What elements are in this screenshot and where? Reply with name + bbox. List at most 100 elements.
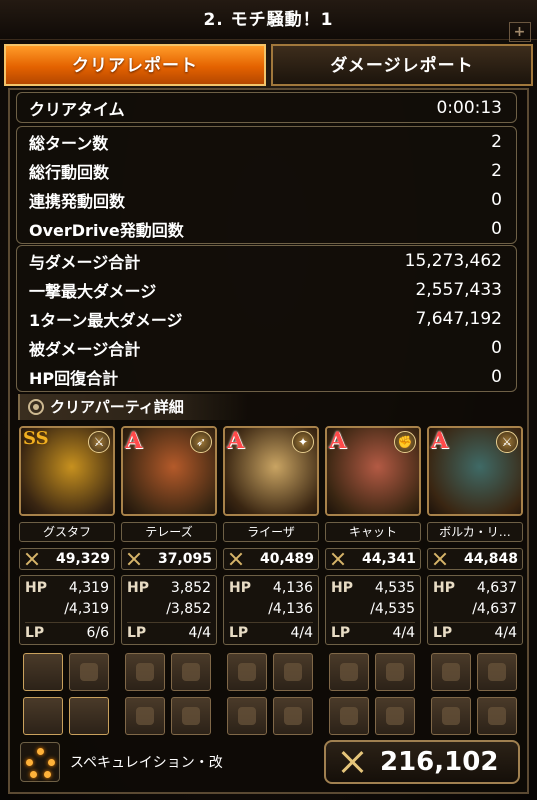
fist-icon: ✊ xyxy=(394,431,416,453)
stat-label: 与ダメージ合計 xyxy=(29,252,141,272)
power-value: 49,329 xyxy=(55,551,110,567)
clear-time-box: クリアタイム 0:00:13 xyxy=(16,92,517,123)
formation-name: スペキュレイション・改 xyxy=(70,755,223,771)
lp-label: LP xyxy=(433,625,453,641)
equipment-slot[interactable] xyxy=(329,653,369,691)
hp-value: 3,852 xyxy=(170,580,211,596)
equipment-grid xyxy=(121,653,217,735)
hp-label: HP xyxy=(433,580,455,596)
equipment-slot[interactable] xyxy=(375,697,415,735)
character-portrait[interactable]: A ✊ xyxy=(325,426,421,516)
crossed-swords-icon xyxy=(338,748,366,776)
party-member-card[interactable]: SS ⚔ グスタフ 49,329 HP 4,319 /4,319 LP 6/6 xyxy=(19,426,115,735)
sword-icon: ⚔ xyxy=(496,431,518,453)
equipment-slot[interactable] xyxy=(431,653,471,691)
equipment-grid xyxy=(223,653,319,735)
party-heading: クリアパーティ詳細 xyxy=(18,394,248,420)
equipment-slot[interactable] xyxy=(273,653,313,691)
character-stats: HP 4,136 /4,136 LP 4/4 xyxy=(223,575,319,645)
stat-label: 1ターン最大ダメージ xyxy=(29,310,183,330)
clear-time-label: クリアタイム xyxy=(29,99,125,119)
tab-damage-report[interactable]: ダメージレポート xyxy=(271,44,533,86)
stat-label: 一撃最大ダメージ xyxy=(29,281,157,301)
character-portrait[interactable]: A ➶ xyxy=(121,426,217,516)
lp-label: LP xyxy=(331,625,351,641)
equipment-slot[interactable] xyxy=(125,697,165,735)
equipment-slot[interactable] xyxy=(171,697,211,735)
character-power: 44,341 xyxy=(325,548,421,570)
equipment-slot[interactable] xyxy=(227,653,267,691)
equipment-slot[interactable] xyxy=(477,697,517,735)
equipment-slot[interactable] xyxy=(227,697,267,735)
power-value: 44,848 xyxy=(463,551,518,567)
hp-label: HP xyxy=(229,580,251,596)
hp-value: 4,535 xyxy=(374,580,415,596)
equipment-grid xyxy=(427,653,523,735)
party-member-card[interactable]: A ⚔ ボルカ・リ… 44,848 HP 4,637 /4,637 LP 4/4 xyxy=(427,426,523,735)
bow-icon: ➶ xyxy=(190,431,212,453)
stat-row: 1ターン最大ダメージ 7,647,192 xyxy=(17,304,516,333)
total-power-value: 216,102 xyxy=(380,747,499,777)
equipment-slot[interactable] xyxy=(23,653,63,691)
equipment-slot[interactable] xyxy=(477,653,517,691)
equipment-grid xyxy=(19,653,115,735)
character-power: 37,095 xyxy=(121,548,217,570)
character-stats: HP 4,637 /4,637 LP 4/4 xyxy=(427,575,523,645)
equipment-slot[interactable] xyxy=(375,653,415,691)
character-portrait[interactable]: A ✦ xyxy=(223,426,319,516)
stat-label: 連携発動回数 xyxy=(29,191,126,211)
expand-button[interactable]: + xyxy=(509,22,531,42)
crossed-swords-icon xyxy=(228,551,244,567)
stat-row: 一撃最大ダメージ 2,557,433 xyxy=(17,275,516,304)
equipment-slot[interactable] xyxy=(69,653,109,691)
equipment-slot[interactable] xyxy=(171,653,211,691)
rank-badge: SS xyxy=(23,428,49,449)
lp-value: 4/4 xyxy=(392,625,415,641)
equipment-slot[interactable] xyxy=(273,697,313,735)
rank-badge: A xyxy=(329,428,347,454)
character-portrait[interactable]: A ⚔ xyxy=(427,426,523,516)
equipment-slot[interactable] xyxy=(23,697,63,735)
lp-value: 6/6 xyxy=(86,625,109,641)
staff-icon: ✦ xyxy=(292,431,314,453)
character-stats: HP 3,852 /3,852 LP 4/4 xyxy=(121,575,217,645)
stage-title: 2. モチ騒動！1 + xyxy=(0,0,537,42)
stat-row: HP回復合計 0 xyxy=(17,362,516,391)
character-portrait[interactable]: SS ⚔ xyxy=(19,426,115,516)
formation-icon[interactable] xyxy=(20,742,60,782)
stat-value: 2,557,433 xyxy=(415,279,502,300)
stat-label: HP回復合計 xyxy=(29,368,119,388)
clear-time-value: 0:00:13 xyxy=(436,97,502,118)
stat-value: 0 xyxy=(491,189,502,210)
stat-row: OverDrive発動回数 0 xyxy=(17,214,516,243)
stat-label: OverDrive発動回数 xyxy=(29,220,184,240)
character-power: 44,848 xyxy=(427,548,523,570)
lp-label: LP xyxy=(25,625,45,641)
stat-value: 15,273,462 xyxy=(404,250,502,271)
character-name: テレーズ xyxy=(121,522,217,542)
hp-value: 4,136 xyxy=(272,580,313,596)
equipment-slot[interactable] xyxy=(69,697,109,735)
lp-value: 4/4 xyxy=(290,625,313,641)
sword-icon: ⚔ xyxy=(88,431,110,453)
tab-clear-report[interactable]: クリアレポート xyxy=(4,44,266,86)
clear-time-row: クリアタイム 0:00:13 xyxy=(17,93,516,122)
equipment-grid xyxy=(325,653,421,735)
rank-badge: A xyxy=(125,428,143,454)
stat-row: 総ターン数 2 xyxy=(17,127,516,156)
equipment-slot[interactable] xyxy=(125,653,165,691)
equipment-slot[interactable] xyxy=(329,697,369,735)
stat-row: 与ダメージ合計 15,273,462 xyxy=(17,246,516,275)
character-name: グスタフ xyxy=(19,522,115,542)
power-value: 37,095 xyxy=(157,551,212,567)
crossed-swords-icon xyxy=(126,551,142,567)
stat-row: 総行動回数 2 xyxy=(17,156,516,185)
party-member-card[interactable]: A ✊ キャット 44,341 HP 4,535 /4,535 LP 4/4 xyxy=(325,426,421,735)
hp-label: HP xyxy=(25,580,47,596)
hp-max-value: /4,535 xyxy=(370,601,415,617)
character-name: ボルカ・リ… xyxy=(427,522,523,542)
party-member-card[interactable]: A ✦ ライーザ 40,489 HP 4,136 /4,136 LP 4/4 xyxy=(223,426,319,735)
character-stats: HP 4,319 /4,319 LP 6/6 xyxy=(19,575,115,645)
equipment-slot[interactable] xyxy=(431,697,471,735)
party-member-card[interactable]: A ➶ テレーズ 37,095 HP 3,852 /3,852 LP 4/4 xyxy=(121,426,217,735)
